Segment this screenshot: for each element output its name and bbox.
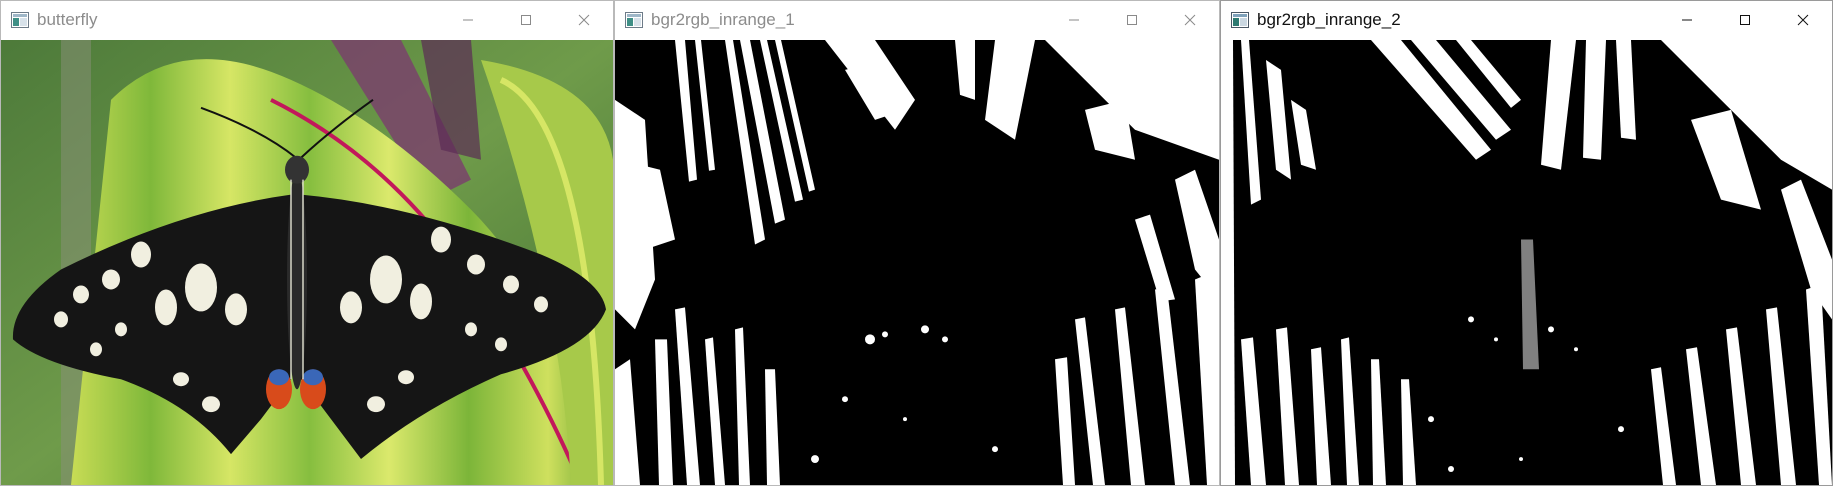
minimize-icon <box>1682 19 1692 21</box>
close-icon <box>1797 14 1809 26</box>
window-title: butterfly <box>37 10 98 29</box>
minimize-button[interactable] <box>1658 1 1716 39</box>
minimize-button[interactable] <box>439 1 497 39</box>
butterfly-photo <box>1 40 613 485</box>
window-title: bgr2rgb_inrange_2 <box>1257 10 1401 29</box>
app-window-icon <box>1231 12 1249 28</box>
app-window-icon <box>625 12 643 28</box>
binary-mask-1 <box>615 40 1219 485</box>
maximize-button[interactable] <box>1103 1 1161 39</box>
image-canvas <box>1221 40 1832 485</box>
window-butterfly[interactable]: butterfly <box>0 0 614 486</box>
maximize-button[interactable] <box>497 1 555 39</box>
close-icon <box>1184 14 1196 26</box>
image-canvas <box>615 40 1219 485</box>
window-title: bgr2rgb_inrange_1 <box>651 10 795 29</box>
close-icon <box>578 14 590 26</box>
maximize-icon <box>521 15 531 25</box>
close-button[interactable] <box>1161 1 1219 39</box>
maximize-button[interactable] <box>1716 1 1774 39</box>
title-bar[interactable]: butterfly <box>1 1 613 39</box>
title-bar[interactable]: bgr2rgb_inrange_1 <box>615 1 1219 39</box>
minimize-button[interactable] <box>1045 1 1103 39</box>
window-bgr2rgb-inrange-2[interactable]: bgr2rgb_inrange_2 <box>1220 0 1833 486</box>
close-button[interactable] <box>1774 1 1832 39</box>
window-bgr2rgb-inrange-1[interactable]: bgr2rgb_inrange_1 <box>614 0 1220 486</box>
title-bar[interactable]: bgr2rgb_inrange_2 <box>1221 1 1832 39</box>
minimize-icon <box>463 19 473 21</box>
maximize-icon <box>1127 15 1137 25</box>
image-canvas <box>1 40 613 485</box>
app-window-icon <box>11 12 29 28</box>
binary-mask-2 <box>1221 40 1832 485</box>
close-button[interactable] <box>555 1 613 39</box>
minimize-icon <box>1069 19 1079 21</box>
maximize-icon <box>1740 15 1750 25</box>
